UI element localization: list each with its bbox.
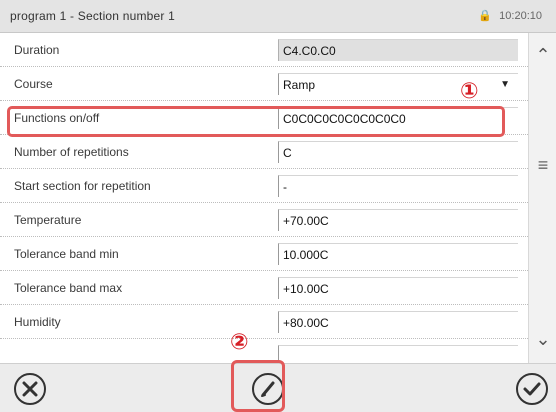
humidity-field[interactable]: +80.00C: [278, 311, 518, 333]
dropdown-caret-icon: ▼: [500, 79, 510, 90]
confirm-button[interactable]: [516, 373, 548, 405]
close-icon: [22, 381, 38, 397]
scrollbar[interactable]: ⌃ ≡ ⌄: [528, 33, 556, 363]
row-tolerance-max: Tolerance band max +10.00C: [0, 271, 528, 305]
functions-field[interactable]: C0C0C0C0C0C0C0C0: [278, 107, 518, 129]
repetitions-field[interactable]: C: [278, 141, 518, 163]
header-status: 🔒 10:20:10: [478, 9, 542, 22]
row-duration: Duration C4.C0.C0: [0, 33, 528, 67]
duration-value: C4.C0.C0: [278, 39, 518, 61]
annotation-marker-1: ①: [460, 78, 479, 103]
row-label: Temperature: [14, 213, 82, 227]
header-bar: program 1 - Section number 1 🔒 10:20:10: [0, 0, 556, 33]
chevron-down-icon[interactable]: ⌄: [529, 329, 556, 350]
row-label: Tolerance band min: [14, 247, 119, 261]
row-label: Number of repetitions: [14, 145, 129, 159]
row-functions: Functions on/off C0C0C0C0C0C0C0C0: [0, 101, 528, 135]
tolerance-max-field[interactable]: +10.00C: [278, 277, 518, 299]
row-repetitions: Number of repetitions C: [0, 135, 528, 169]
course-select[interactable]: Ramp ▼: [278, 73, 518, 95]
page-title: program 1 - Section number 1: [10, 9, 176, 23]
start-section-field[interactable]: -: [278, 175, 518, 197]
temperature-field[interactable]: +70.00C: [278, 209, 518, 231]
annotation-marker-2: ②: [230, 329, 249, 354]
lock-icon: 🔒: [478, 10, 493, 22]
row-temperature: Temperature +70.00C: [0, 203, 528, 237]
tolerance-min-field[interactable]: 10.000C: [278, 243, 518, 265]
pencil-icon: [261, 381, 275, 397]
row-label: Functions on/off: [14, 111, 100, 125]
grip-icon[interactable]: ≡: [529, 155, 556, 176]
edit-button[interactable]: [252, 373, 284, 405]
row-label: Tolerance band max: [14, 281, 123, 295]
row-humidity: Humidity +80.00C: [0, 305, 528, 339]
row-tolerance-min: Tolerance band min 10.000C: [0, 237, 528, 271]
header-time: 10:20:10: [499, 10, 542, 22]
screen: program 1 - Section number 1 🔒 10:20:10 …: [0, 0, 556, 412]
row-label: Duration: [14, 43, 60, 57]
row-label: Course: [14, 77, 53, 91]
cancel-button[interactable]: [14, 373, 46, 405]
course-value: Ramp: [283, 78, 316, 92]
row-label: Humidity: [14, 315, 61, 329]
chevron-up-icon[interactable]: ⌃: [529, 45, 556, 66]
bottom-toolbar: [0, 363, 556, 412]
parameter-list: Duration C4.C0.C0 Course Ramp ▼ Function…: [0, 33, 528, 373]
row-start-section: Start section for repetition -: [0, 169, 528, 203]
check-icon: [523, 382, 541, 396]
row-course: Course Ramp ▼: [0, 67, 528, 101]
row-label: Start section for repetition: [14, 179, 151, 193]
